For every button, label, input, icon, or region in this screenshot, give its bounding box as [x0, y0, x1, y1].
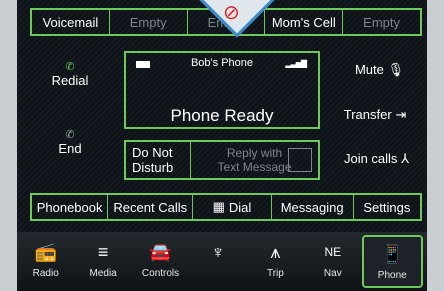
phone-icon: 📱	[381, 244, 404, 264]
join-calls-button[interactable]: Join calls ⅄	[329, 151, 424, 167]
redial-button[interactable]: ✆ Redial	[35, 60, 105, 88]
car-icon: 🚘	[149, 242, 172, 262]
nav-controls[interactable]: 🚘 Controls	[132, 232, 189, 291]
transfer-icon: ⇥	[395, 107, 407, 122]
nav-radio-label: Radio	[32, 268, 59, 279]
media-icon: ≡	[97, 242, 109, 262]
nav-phone[interactable]: 📱 Phone	[361, 235, 423, 288]
join-calls-label: Join calls	[343, 151, 398, 166]
phone-status-box: Bob's Phone ▂▃▅▇ Phone Ready	[124, 51, 320, 129]
transfer-label: Transfer	[343, 107, 392, 122]
redial-label: Redial	[51, 73, 89, 88]
dnd-line1: Do Not	[132, 145, 173, 160]
nav-phone-label: Phone	[377, 270, 407, 281]
nav-navigation[interactable]: NE Nav	[304, 232, 361, 291]
mute-label: Mute	[354, 62, 384, 77]
do-not-disturb-button[interactable]: Do Not Disturb	[126, 142, 191, 178]
transfer-button[interactable]: Transfer ⇥	[325, 107, 425, 123]
fav-voicemail[interactable]: Voicemail	[32, 10, 110, 34]
nav-media[interactable]: ≡ Media	[74, 232, 131, 291]
maserati-logo-icon: ♆	[211, 242, 225, 262]
bottom-nav: 📻 Radio ≡ Media 🚘 Controls ♆ ⩚ Trip NE Nav 📱 P…	[17, 232, 427, 291]
phone-hangup-icon: ✆	[65, 129, 75, 141]
nav-media-label: Media	[89, 268, 117, 279]
tab-dial-label: Dial	[228, 199, 252, 215]
signal-icon: ▂▃▅▇	[285, 59, 307, 68]
nav-home[interactable]: ♆	[189, 232, 246, 291]
mic-muted-icon: 🎙	[387, 62, 405, 77]
keypad-icon: ▦	[212, 199, 225, 214]
phone-tab-bar: Phonebook Recent Calls ▦ Dial Messaging …	[30, 193, 422, 221]
uconnect-screen: Voicemail Empty Empty Mom's Cell Empty ⊘…	[17, 0, 427, 291]
compass-icon: NE	[304, 240, 361, 264]
phone-status-text: Phone Ready	[170, 106, 274, 125]
nav-trip-label: Trip	[266, 268, 284, 279]
fav-empty-1[interactable]: Empty	[110, 10, 188, 34]
end-button[interactable]: ✆ End	[35, 128, 105, 156]
nav-nav-label: Nav	[323, 268, 342, 279]
nav-radio[interactable]: 📻 Radio	[17, 232, 74, 291]
reply-checkbox[interactable]	[288, 148, 312, 172]
tab-settings[interactable]: Settings	[354, 195, 420, 219]
end-label: End	[58, 141, 82, 156]
dnd-row: Do Not Disturb Reply with Text Message	[124, 140, 320, 180]
mute-button[interactable]: Mute 🎙	[342, 62, 417, 78]
dnd-line2: Disturb	[132, 160, 174, 175]
reply-line2: Text Message	[217, 160, 292, 174]
nav-controls-label: Controls	[141, 268, 180, 279]
nav-trip[interactable]: ⩚ Trip	[247, 232, 304, 291]
compass-ne-text: NE	[324, 245, 342, 259]
phone-blocked-icon: ⊘	[223, 2, 240, 24]
road-icon: ⩚	[270, 242, 281, 262]
radio-icon: 📻	[34, 242, 57, 262]
fav-empty-3[interactable]: Empty	[343, 10, 420, 34]
tab-recent-calls[interactable]: Recent Calls	[108, 195, 194, 219]
tab-dial[interactable]: ▦ Dial	[193, 195, 272, 219]
tab-messaging[interactable]: Messaging	[272, 195, 354, 219]
phone-green-icon: ✆	[65, 61, 75, 73]
tab-phonebook[interactable]: Phonebook	[32, 195, 109, 219]
join-icon: ⅄	[401, 151, 410, 166]
reply-line1: Reply with	[226, 146, 283, 160]
fav-moms-cell[interactable]: Mom's Cell	[265, 10, 344, 34]
